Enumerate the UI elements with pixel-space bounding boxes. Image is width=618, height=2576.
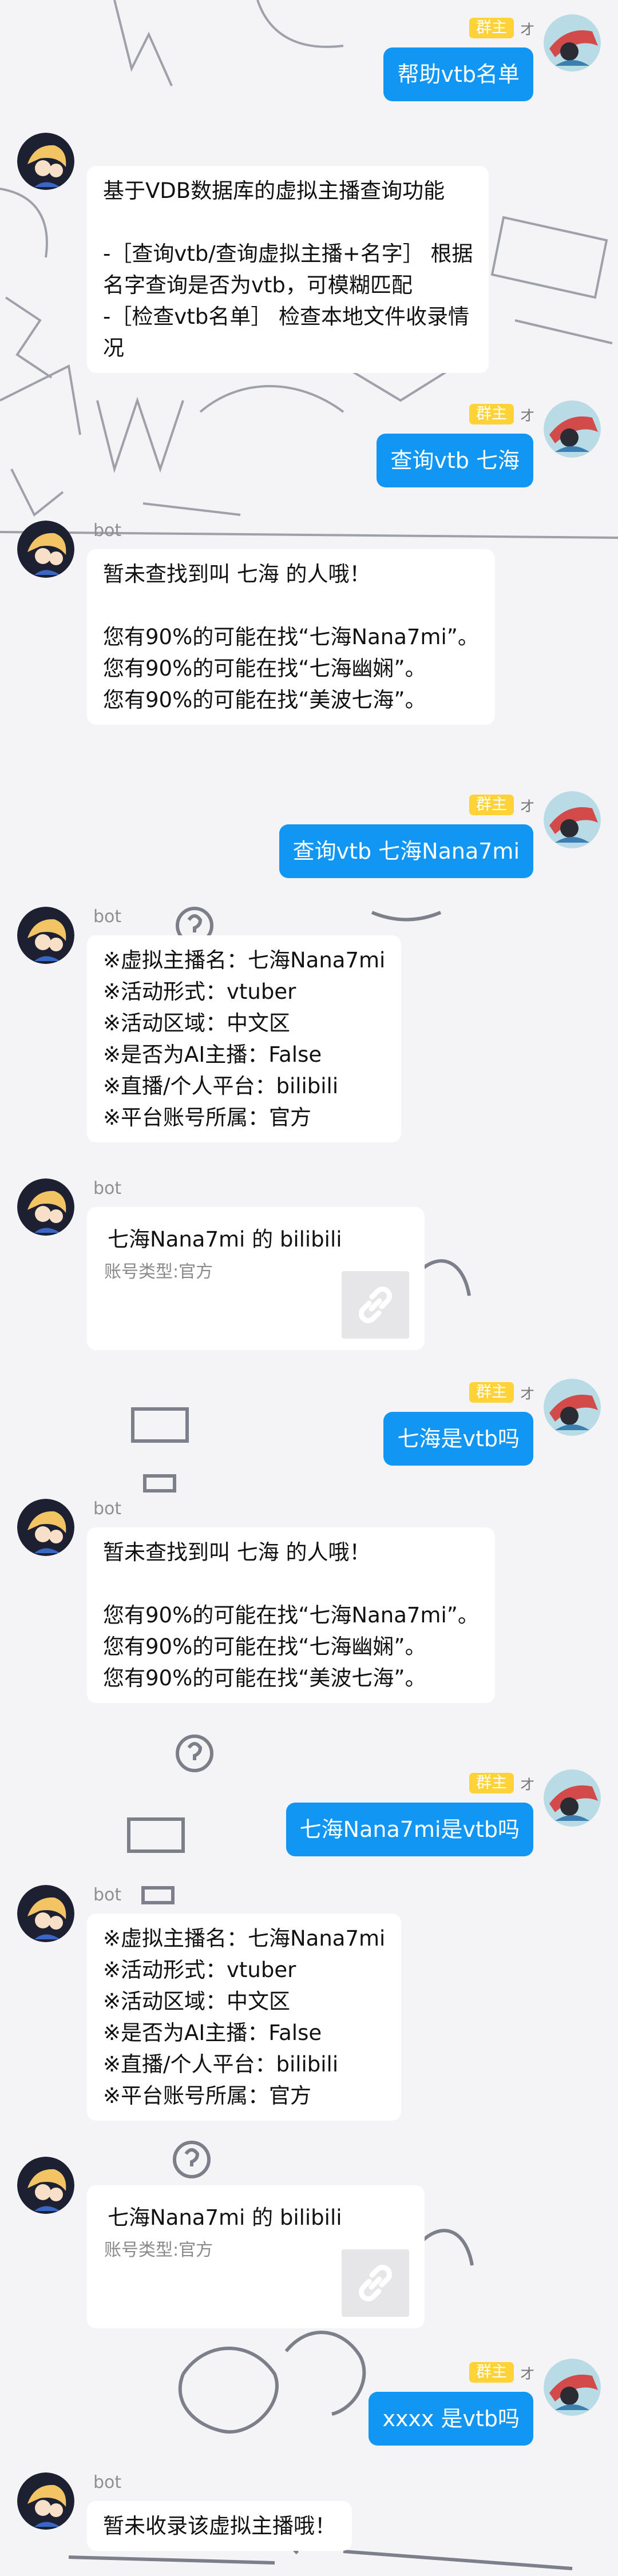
role-badge: 群主 [469, 404, 514, 424]
user-name: オ [520, 1776, 535, 1794]
user-avatar[interactable] [544, 791, 601, 848]
sender-meta: 群主 オ [469, 1773, 535, 1794]
sender-meta: 群主 オ [469, 18, 535, 39]
user-avatar[interactable] [544, 1769, 601, 1827]
sender-meta: 群主 オ [469, 1382, 535, 1403]
link-icon [342, 1271, 409, 1339]
bot-avatar[interactable] [17, 1499, 74, 1556]
user-name: オ [520, 407, 535, 425]
sender-meta: 群主 オ [469, 2362, 535, 2383]
user-avatar[interactable] [544, 400, 601, 458]
bot-name: bot [93, 1178, 122, 1198]
bot-message-bubble[interactable]: 暂未查找到叫 七海 的人哦！ 您有90%的可能在找“七海Nana7mi”。 您有… [87, 549, 495, 725]
user-message-bubble[interactable]: 查询vtb 七海 [377, 434, 533, 487]
bot-message-bubble[interactable]: 暂未查找到叫 七海 的人哦！ 您有90%的可能在找“七海Nana7mi”。 您有… [87, 1527, 495, 1703]
user-message-bubble[interactable]: 帮助vtb名单 [383, 47, 533, 101]
sender-meta: 群主 オ [469, 795, 535, 816]
bot-message-bubble[interactable]: ※虚拟主播名：七海Nana7mi ※活动形式：vtuber ※活动区域：中文区 … [87, 935, 402, 1142]
user-avatar[interactable] [544, 1379, 601, 1436]
user-name: オ [520, 2365, 535, 2383]
bot-name: bot [93, 1499, 122, 1519]
link-share-card[interactable]: 七海Nana7mi 的 bilibili 账号类型:官方 [87, 2185, 425, 2328]
role-badge: 群主 [469, 18, 514, 38]
user-avatar[interactable] [544, 2359, 601, 2416]
bot-name: bot [93, 907, 122, 927]
role-badge: 群主 [469, 1382, 514, 1403]
bot-name: bot [93, 2472, 122, 2492]
user-name: オ [520, 1385, 535, 1403]
card-title: 七海Nana7mi 的 bilibili [108, 1227, 342, 1252]
bot-avatar[interactable] [17, 1885, 74, 1942]
user-name: オ [520, 797, 535, 816]
role-badge: 群主 [469, 2362, 514, 2383]
bot-message-bubble[interactable]: 暂未收录该虚拟主播哦！ [87, 2501, 352, 2551]
bot-avatar[interactable] [17, 521, 74, 578]
bot-avatar[interactable] [17, 2157, 74, 2214]
user-avatar[interactable] [544, 14, 601, 72]
bot-avatar[interactable] [17, 2472, 74, 2530]
bot-message-bubble[interactable]: ※虚拟主播名：七海Nana7mi ※活动形式：vtuber ※活动区域：中文区 … [87, 1914, 402, 2121]
bot-avatar[interactable] [17, 1178, 74, 1236]
bot-name: bot [93, 521, 122, 541]
role-badge: 群主 [469, 795, 514, 815]
role-badge: 群主 [469, 1773, 514, 1793]
card-title: 七海Nana7mi 的 bilibili [108, 2205, 342, 2230]
card-subtitle: 账号类型:官方 [104, 2240, 213, 2260]
card-subtitle: 账号类型:官方 [104, 1262, 213, 1282]
link-icon [342, 2249, 409, 2317]
user-message-bubble[interactable]: 七海Nana7mi是vtb吗 [286, 1803, 533, 1856]
bot-avatar[interactable] [17, 907, 74, 964]
user-message-bubble[interactable]: xxxx 是vtb吗 [369, 2392, 533, 2446]
user-message-bubble[interactable]: 七海是vtb吗 [383, 1412, 533, 1466]
bot-message-bubble[interactable]: 基于VDB数据库的虚拟主播查询功能 -［查询vtb/查询虚拟主播+名字］ 根据 … [87, 166, 489, 373]
user-name: オ [520, 21, 535, 39]
link-share-card[interactable]: 七海Nana7mi 的 bilibili 账号类型:官方 [87, 1207, 425, 1350]
bot-avatar[interactable] [17, 133, 74, 190]
user-message-bubble[interactable]: 查询vtb 七海Nana7mi [279, 824, 533, 878]
bot-name: bot [93, 1885, 122, 1905]
sender-meta: 群主 オ [469, 404, 535, 425]
